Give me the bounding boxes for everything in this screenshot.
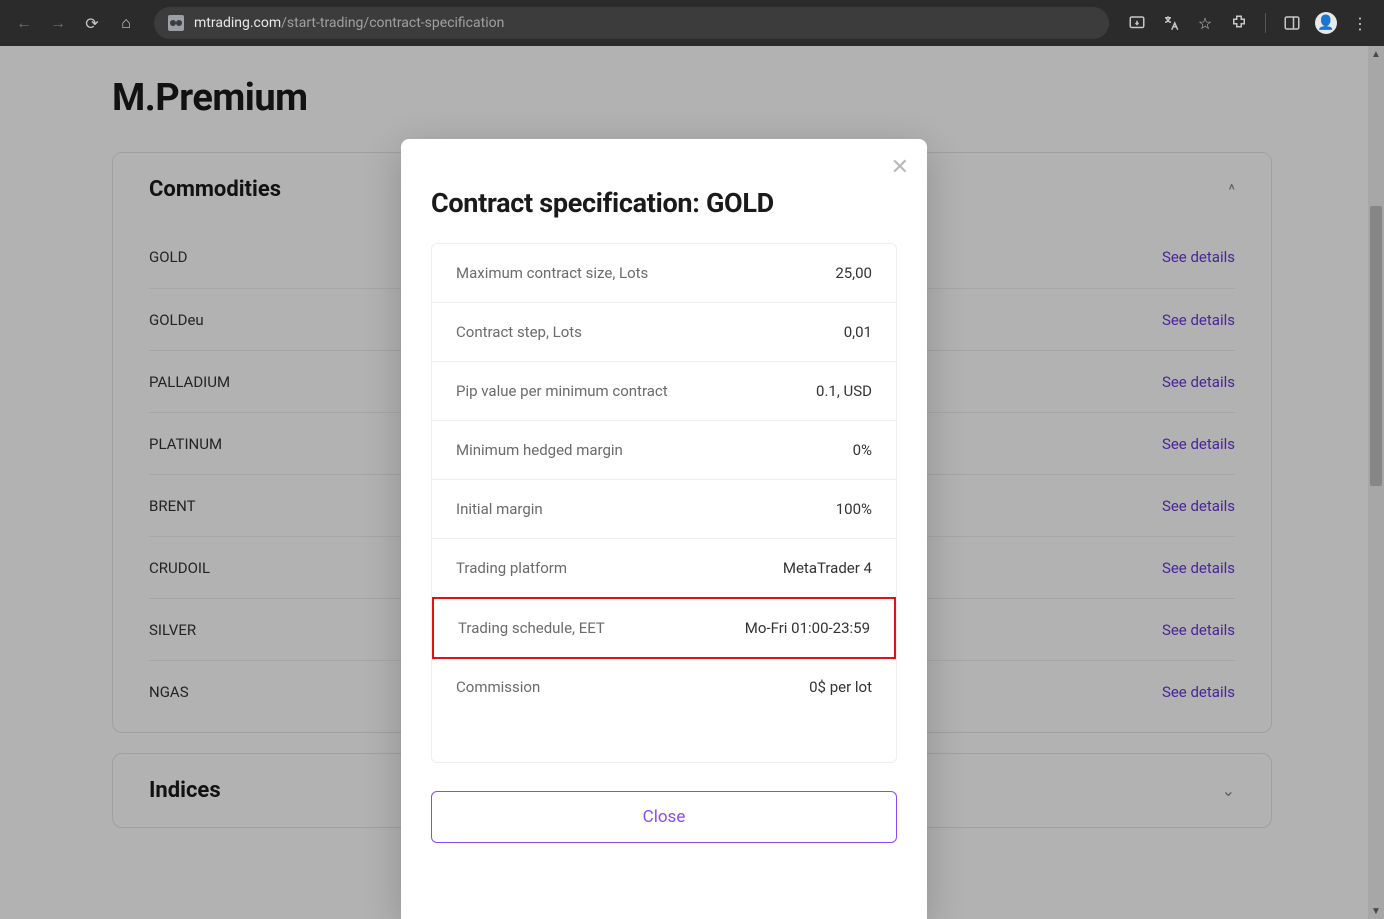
translate-icon[interactable]	[1157, 9, 1185, 37]
spec-scroll-area[interactable]: Maximum contract size, Lots 25,00 Contract…	[431, 243, 897, 763]
profile-button[interactable]: 👤	[1312, 9, 1340, 37]
spec-row-highlighted: Trading schedule, EET Mo-Fri 01:00-23:59	[432, 597, 896, 659]
spec-label: Minimum hedged margin	[456, 441, 623, 459]
spec-value: 0$ per lot	[809, 678, 872, 696]
separator	[1265, 13, 1266, 33]
extensions-icon[interactable]	[1225, 9, 1253, 37]
spec-value: 25,00	[835, 264, 872, 282]
spec-value: 0,01	[844, 323, 872, 341]
menu-button[interactable]: ⋮	[1346, 9, 1374, 37]
spec-row: Maximum contract size, Lots 25,00	[432, 244, 896, 303]
spec-value: MetaTrader 4	[783, 559, 872, 577]
spec-value: 100%	[836, 500, 872, 518]
home-button[interactable]: ⌂	[112, 9, 140, 37]
spec-label: Pip value per minimum contract	[456, 382, 668, 400]
back-button[interactable]: ←	[10, 9, 38, 37]
spec-row: Trading platform MetaTrader 4	[432, 539, 896, 598]
spec-value: 0%	[853, 441, 872, 459]
modal-title: Contract specification: GOLD	[401, 139, 927, 243]
spec-row: Pip value per minimum contract 0.1, USD	[432, 362, 896, 421]
spec-label: Trading schedule, EET	[458, 619, 605, 637]
spec-label: Trading platform	[456, 559, 567, 577]
spec-value: 0.1, USD	[816, 382, 872, 400]
spec-label: Contract step, Lots	[456, 323, 582, 341]
close-button-label: Close	[643, 807, 686, 827]
spec-row: Initial margin 100%	[432, 480, 896, 539]
site-info-icon[interactable]	[168, 15, 184, 31]
spec-row: Contract step, Lots 0,01	[432, 303, 896, 362]
install-app-icon[interactable]	[1123, 9, 1151, 37]
spec-value: Mo-Fri 01:00-23:59	[745, 619, 870, 637]
url-text: mtrading.com/start-trading/contract-spec…	[194, 15, 504, 31]
spec-row: Minimum hedged margin 0%	[432, 421, 896, 480]
browser-toolbar: ← → ⟳ ⌂ mtrading.com/start-trading/contr…	[0, 0, 1384, 46]
forward-button[interactable]: →	[44, 9, 72, 37]
address-bar[interactable]: mtrading.com/start-trading/contract-spec…	[154, 7, 1109, 39]
spec-label: Initial margin	[456, 500, 543, 518]
bookmark-icon[interactable]: ☆	[1191, 9, 1219, 37]
close-icon[interactable]: ✕	[891, 155, 909, 180]
contract-spec-modal: ✕ Contract specification: GOLD Maximum c…	[401, 139, 927, 919]
reload-button[interactable]: ⟳	[78, 9, 106, 37]
spec-label: Maximum contract size, Lots	[456, 264, 648, 282]
close-button[interactable]: Close	[431, 791, 897, 843]
spec-label: Commission	[456, 678, 540, 696]
sidepanel-icon[interactable]	[1278, 9, 1306, 37]
spec-row: Commission 0$ per lot	[432, 658, 896, 716]
